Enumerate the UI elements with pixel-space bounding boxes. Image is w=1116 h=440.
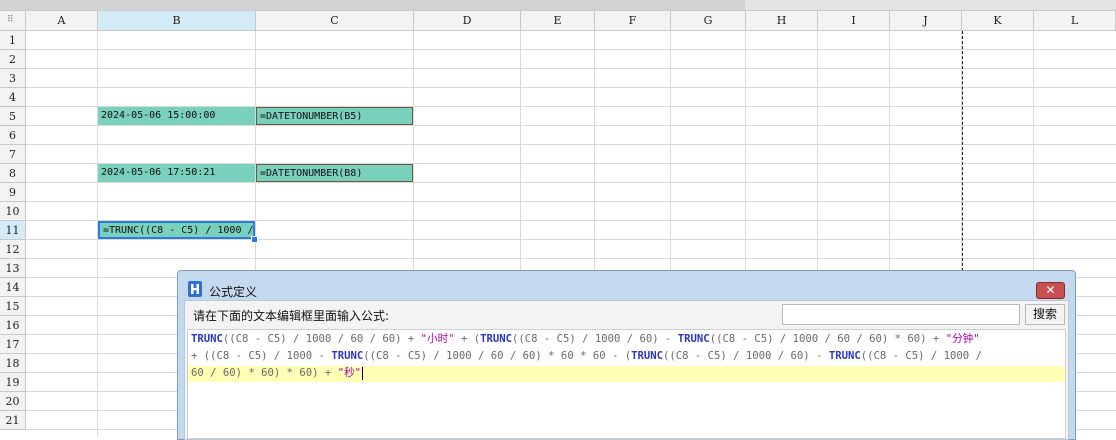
cell-c5[interactable]: =DATETONUMBER(B5) — [256, 107, 413, 125]
app-logo-icon — [188, 281, 202, 297]
gridline-horizontal — [26, 49, 1116, 50]
formula-text: + ((C8 - C5) / 1000 - — [191, 350, 332, 362]
search-input[interactable] — [782, 304, 1020, 325]
formula-dialog: 公式定义 ✕ 请在下面的文本编辑框里面输入公式: 搜索 TRUNC((C8 - … — [177, 270, 1076, 440]
column-header-h[interactable]: H — [746, 11, 818, 31]
row-header-8[interactable]: 8 — [0, 164, 26, 183]
gridline-horizontal — [26, 144, 1116, 145]
close-icon: ✕ — [1045, 283, 1056, 297]
row-header-20[interactable]: 20 — [0, 392, 26, 411]
formula-keyword: TRUNC — [480, 333, 512, 345]
formula-string: "秒" — [337, 367, 362, 379]
column-header-i[interactable]: I — [818, 11, 890, 31]
column-header-e[interactable]: E — [521, 11, 595, 31]
column-header-d[interactable]: D — [414, 11, 521, 31]
column-header-l[interactable]: L — [1034, 11, 1116, 31]
row-header-14[interactable]: 14 — [0, 278, 26, 297]
formula-line: 60 / 60) * 60) * 60) + "秒" — [191, 364, 364, 382]
column-header-k[interactable]: K — [962, 11, 1034, 31]
row-header-9[interactable]: 9 — [0, 183, 26, 202]
formula-text: ((C8 - C5) / 1000 / — [860, 350, 982, 362]
row-header-12[interactable]: 12 — [0, 240, 26, 259]
column-header-b[interactable]: B — [98, 11, 256, 31]
page-break-line — [962, 31, 963, 281]
row-header-21[interactable]: 21 — [0, 411, 26, 430]
formula-text: ((C8 - C5) / 1000 / 60 / 60) * 60) + — [709, 333, 946, 345]
text-caret — [362, 366, 364, 380]
gridline-horizontal — [26, 258, 1116, 259]
cell-c8[interactable]: =DATETONUMBER(B8) — [256, 164, 413, 182]
gridline-horizontal — [26, 68, 1116, 69]
formula-line: + ((C8 - C5) / 1000 - TRUNC((C8 - C5) / … — [191, 347, 982, 365]
cell-b11[interactable]: =TRUNC((C8 - C5) / 1000 / — [98, 221, 255, 239]
search-button[interactable]: 搜索 — [1025, 304, 1065, 325]
row-header-19[interactable]: 19 — [0, 373, 26, 392]
cell-b5[interactable]: 2024-05-06 15:00:00 — [98, 107, 255, 125]
dialog-titlebar[interactable]: 公式定义 ✕ — [178, 271, 1075, 299]
gridline-horizontal — [26, 182, 1116, 183]
gridline-horizontal — [26, 125, 1116, 126]
dialog-body: 请在下面的文本编辑框里面输入公式: 搜索 TRUNC((C8 - C5) / 1… — [184, 300, 1069, 440]
column-header-g[interactable]: G — [671, 11, 746, 31]
gridline-horizontal — [26, 87, 1116, 88]
formula-text: ((C8 - C5) / 1000 / 60 / 60) * 60 * 60 -… — [363, 350, 632, 362]
column-header-c[interactable]: C — [256, 11, 414, 31]
formula-string: "小时" — [420, 333, 455, 345]
cell-b8[interactable]: 2024-05-06 17:50:21 — [98, 164, 255, 182]
row-header-4[interactable]: 4 — [0, 88, 26, 107]
row-header-13[interactable]: 13 — [0, 259, 26, 278]
formula-prompt: 请在下面的文本编辑框里面输入公式: — [193, 309, 390, 323]
gridline-horizontal — [26, 239, 1116, 240]
row-header-18[interactable]: 18 — [0, 354, 26, 373]
formula-string: "分钟" — [945, 333, 980, 345]
column-header-f[interactable]: F — [595, 11, 671, 31]
fill-handle[interactable] — [251, 236, 258, 243]
close-button[interactable]: ✕ — [1036, 282, 1065, 299]
formula-text: ((C8 - C5) / 1000 / 60 / 60) + — [222, 333, 421, 345]
formula-line: TRUNC((C8 - C5) / 1000 / 60 / 60) + "小时"… — [191, 330, 980, 348]
row-header-3[interactable]: 3 — [0, 69, 26, 88]
column-header-a[interactable]: A — [26, 11, 98, 31]
formula-keyword: TRUNC — [191, 333, 223, 345]
row-header-2[interactable]: 2 — [0, 50, 26, 69]
formula-keyword: TRUNC — [828, 350, 861, 362]
scrollbar-thumb[interactable] — [0, 0, 745, 10]
formula-keyword: TRUNC — [331, 350, 364, 362]
gridline-horizontal — [26, 201, 1116, 202]
formula-keyword: TRUNC — [631, 350, 663, 362]
formula-text: 60 / 60) * 60) * 60) + — [191, 367, 338, 379]
row-header-11[interactable]: 11 — [0, 221, 26, 240]
grid-dots-icon: ⠿ — [7, 15, 14, 25]
row-header-16[interactable]: 16 — [0, 316, 26, 335]
formula-keyword: TRUNC — [677, 333, 710, 345]
row-header-10[interactable]: 10 — [0, 202, 26, 221]
row-header-6[interactable]: 6 — [0, 126, 26, 145]
formula-text: ((C8 - C5) / 1000 / 60) - — [662, 350, 829, 362]
formula-text: ((C8 - C5) / 1000 / 60) - — [511, 333, 678, 345]
row-header-1[interactable]: 1 — [0, 31, 26, 50]
row-header-7[interactable]: 7 — [0, 145, 26, 164]
row-header-5[interactable]: 5 — [0, 107, 26, 126]
row-header-15[interactable]: 15 — [0, 297, 26, 316]
column-header-j[interactable]: J — [890, 11, 962, 31]
row-header-17[interactable]: 17 — [0, 335, 26, 354]
formula-editor[interactable]: TRUNC((C8 - C5) / 1000 / 60 / 60) + "小时"… — [187, 329, 1066, 439]
dialog-title: 公式定义 — [209, 285, 258, 299]
top-scrollbar[interactable] — [0, 0, 1116, 11]
formula-text: + ( — [454, 333, 481, 345]
select-all-corner[interactable]: ⠿ — [0, 11, 26, 31]
